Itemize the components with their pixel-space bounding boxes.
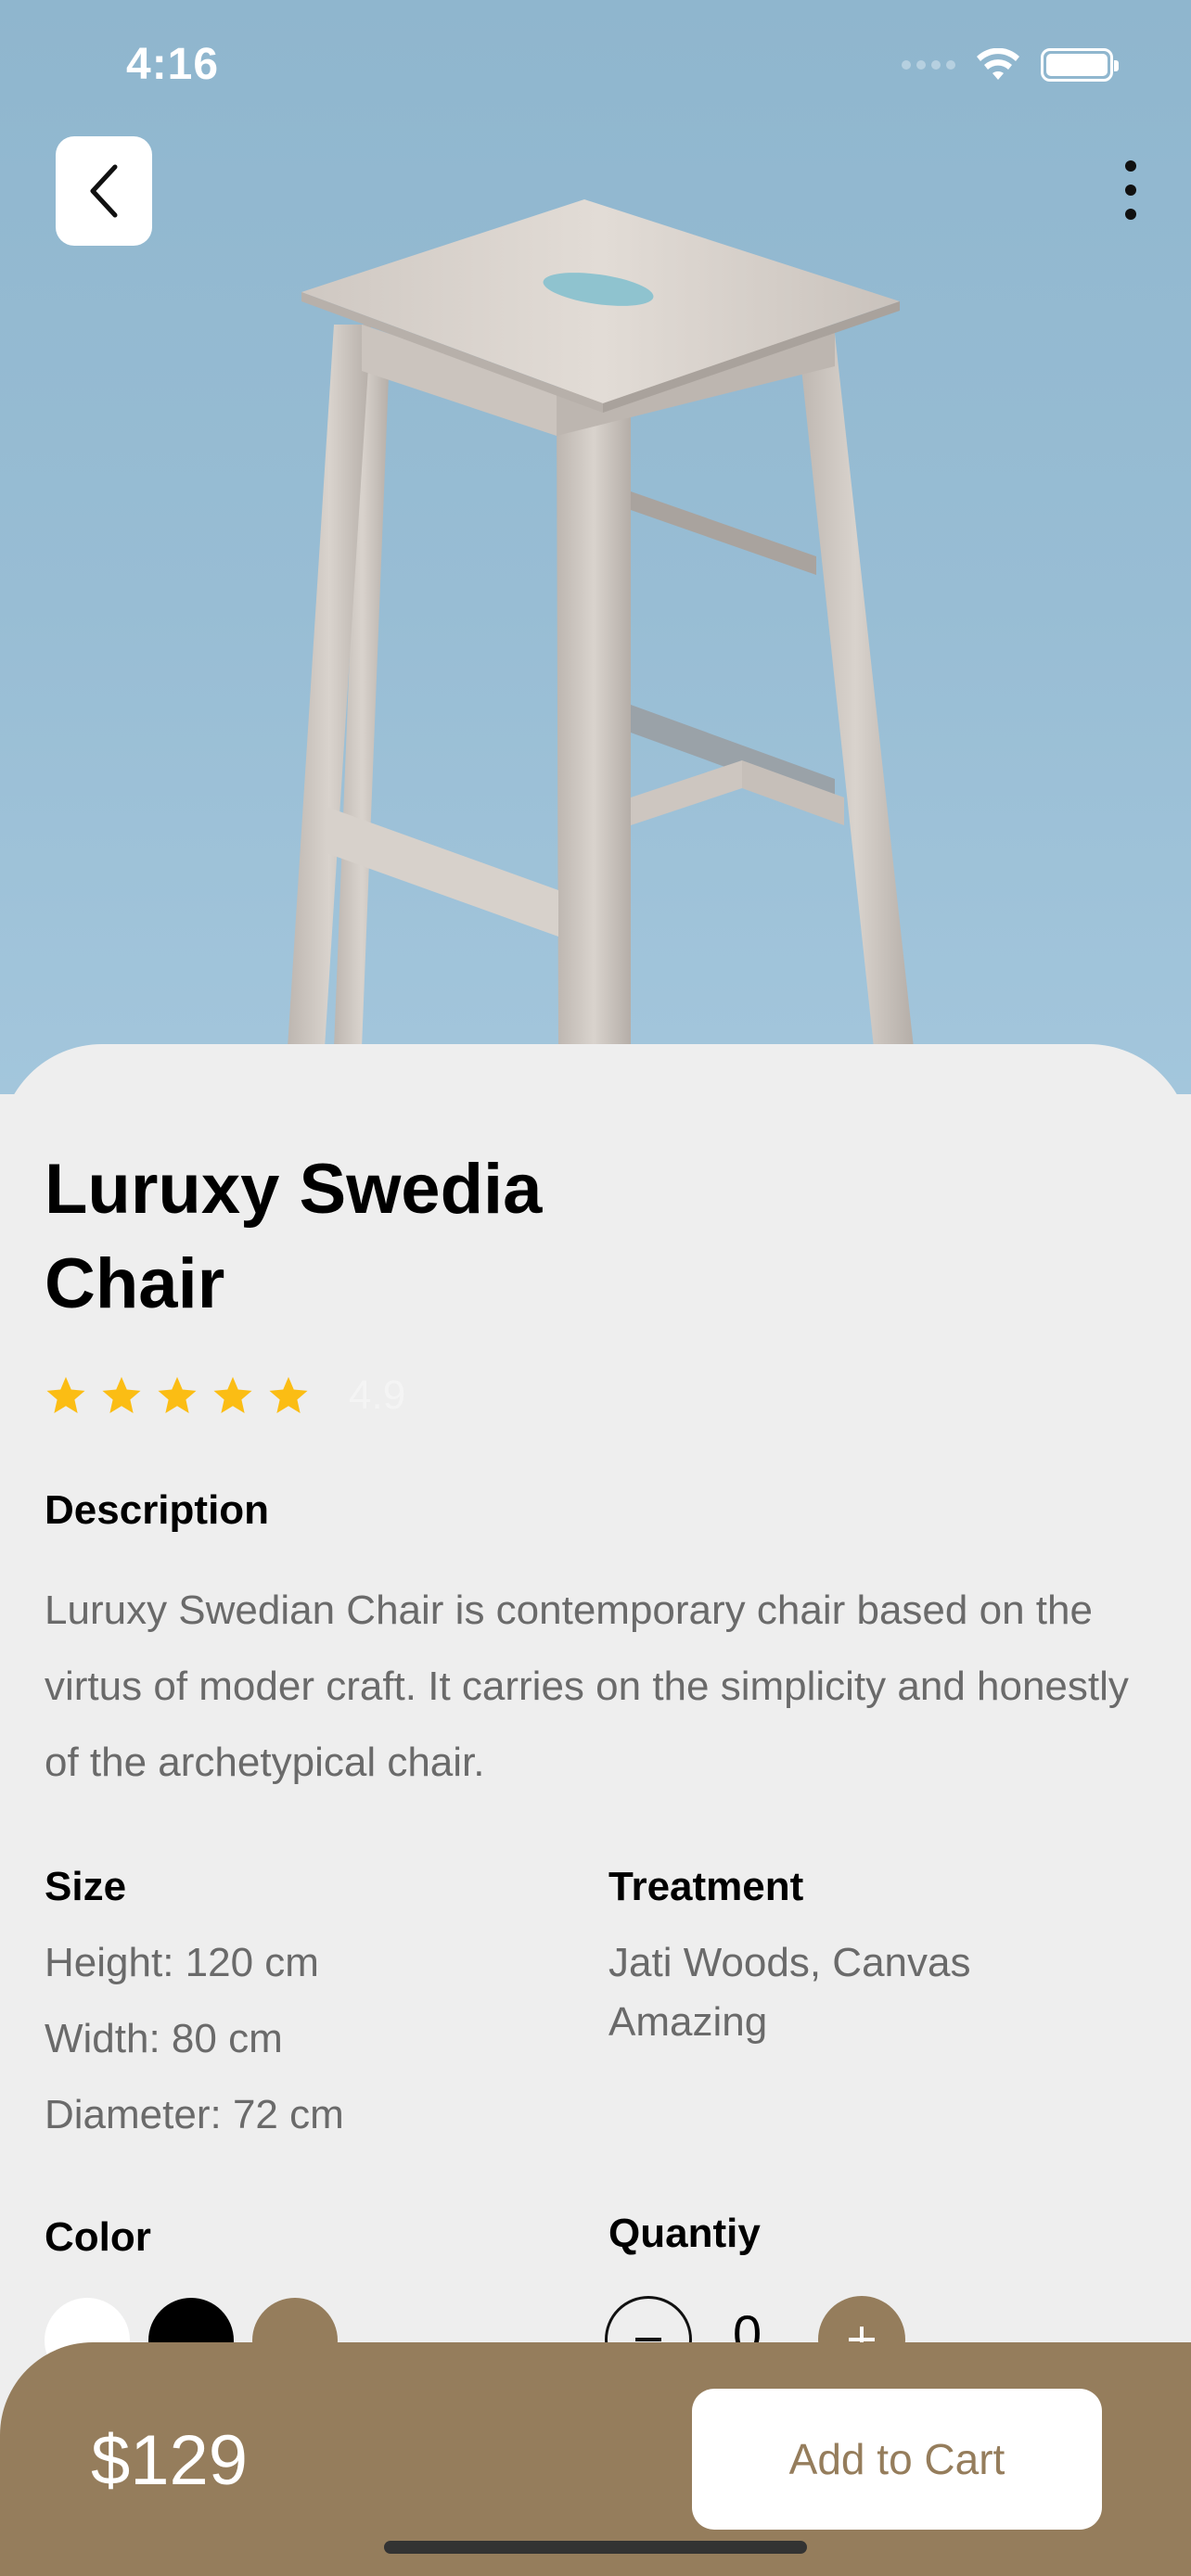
size-label: Size [45,1864,127,1909]
star-icon [158,1376,197,1413]
star-icon [46,1376,85,1413]
rating: 4.9 [45,1372,405,1419]
chevron-left-icon [90,164,118,218]
status-bar: 4:16 [0,0,1191,139]
treatment-label: Treatment [608,1864,804,1909]
treatment-line-2: Amazing [608,1999,768,2045]
more-options-button[interactable] [1104,148,1158,232]
status-time: 4:16 [126,40,220,89]
add-to-cart-button[interactable]: Add to Cart [692,2389,1102,2530]
product-title: Luruxy Swedia Chair [45,1150,543,1323]
star-icon [102,1376,141,1413]
size-width: Width: 80 cm [45,2016,283,2061]
cellular-signal-icon [902,60,955,70]
star-icon [269,1376,308,1413]
description-text: Luruxy Swedian Chair is contemporary cha… [45,1588,1129,1785]
price: $129 [91,2421,249,2500]
rating-value: 4.9 [349,1372,406,1418]
size-diameter: Diameter: 72 cm [45,2092,344,2137]
color-label: Color [45,2214,151,2260]
vertical-ellipsis-icon [1125,160,1136,172]
product-image: 4:16 [0,0,1191,1094]
back-button[interactable] [56,136,152,246]
star-icon [213,1376,252,1413]
wifi-icon [977,48,1019,80]
battery-icon [1041,48,1119,82]
quantity-label: Quantiy [608,2211,761,2256]
treatment-line-1: Jati Woods, Canvas [608,1940,971,1985]
description-label: Description [45,1487,270,1533]
home-indicator [384,2541,807,2554]
size-height: Height: 120 cm [45,1940,319,1985]
status-icons [902,48,1119,82]
stool-image [288,199,914,1048]
